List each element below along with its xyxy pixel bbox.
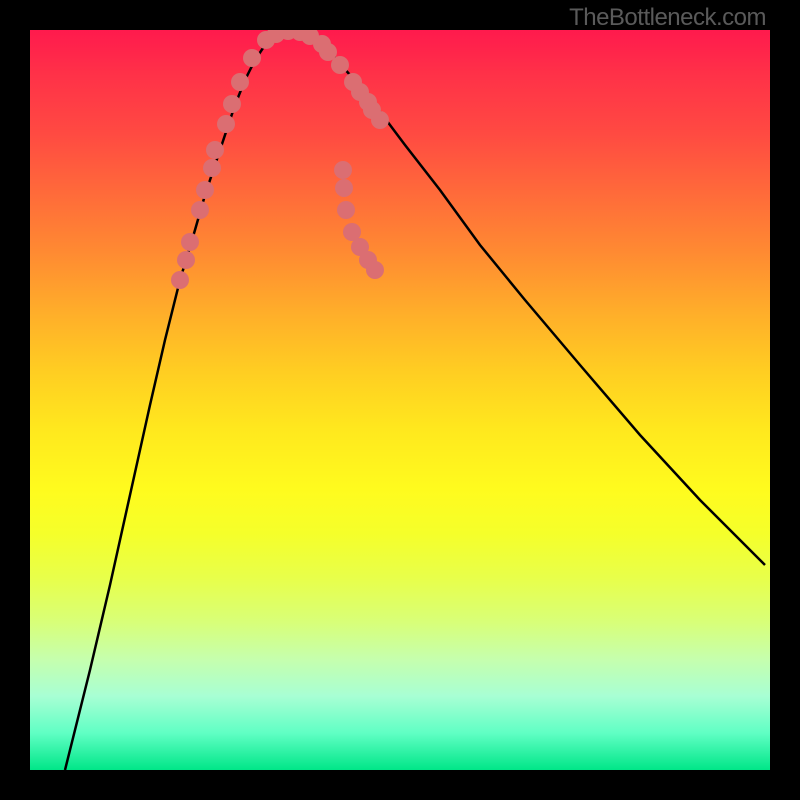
data-marker: [366, 261, 384, 279]
data-marker: [203, 159, 221, 177]
data-marker: [217, 115, 235, 133]
data-marker: [331, 56, 349, 74]
bottleneck-curve: [65, 32, 765, 770]
data-marker: [335, 179, 353, 197]
plot-area: [30, 30, 770, 770]
data-marker: [231, 73, 249, 91]
data-marker: [171, 271, 189, 289]
data-marker: [243, 49, 261, 67]
data-marker: [371, 111, 389, 129]
data-marker: [343, 223, 361, 241]
data-marker: [181, 233, 199, 251]
data-marker: [337, 201, 355, 219]
data-marker: [206, 141, 224, 159]
data-marker: [191, 201, 209, 219]
chart-container: TheBottleneck.com: [0, 0, 800, 800]
curve-svg: [30, 30, 770, 770]
data-marker: [334, 161, 352, 179]
data-marker: [196, 181, 214, 199]
data-markers: [171, 30, 389, 289]
data-marker: [223, 95, 241, 113]
data-marker: [177, 251, 195, 269]
attribution-text: TheBottleneck.com: [569, 4, 766, 32]
